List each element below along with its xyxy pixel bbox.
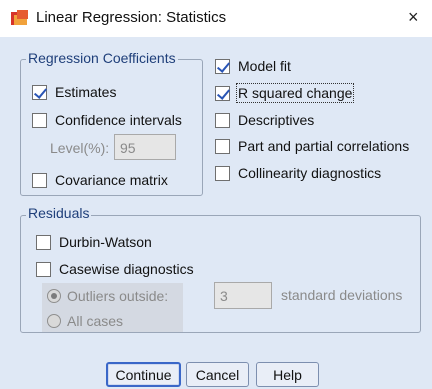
all-cases-radio-row[interactable]: All cases [47, 313, 123, 329]
outliers-outside-label: Outliers outside: [67, 288, 169, 304]
app-icon [11, 10, 28, 25]
model-fit-checkbox-row[interactable]: Model fit [215, 58, 291, 74]
standard-deviations-label: standard deviations [281, 287, 403, 303]
estimates-checkbox[interactable] [32, 84, 47, 100]
covariance-matrix-label: Covariance matrix [55, 172, 168, 188]
window-title: Linear Regression: Statistics [36, 9, 227, 26]
all-cases-radio[interactable] [47, 314, 61, 328]
descriptives-label: Descriptives [238, 112, 315, 128]
covariance-matrix-checkbox-row[interactable]: Covariance matrix [32, 172, 168, 188]
descriptives-checkbox-row[interactable]: Descriptives [215, 112, 314, 128]
part-partial-label: Part and partial correlations [238, 138, 410, 154]
durbin-watson-checkbox-row[interactable]: Durbin-Watson [36, 234, 152, 250]
durbin-watson-checkbox[interactable] [36, 234, 51, 250]
casewise-checkbox[interactable] [36, 261, 51, 277]
title-bar: Linear Regression: Statistics × [0, 0, 432, 37]
covariance-matrix-checkbox[interactable] [32, 172, 47, 188]
confidence-intervals-checkbox-row[interactable]: Confidence intervals [32, 112, 182, 128]
r-squared-change-checkbox-row[interactable]: R squared change [215, 83, 355, 103]
outliers-outside-radio[interactable] [47, 289, 61, 303]
continue-button[interactable]: Continue [106, 362, 181, 387]
outliers-outside-radio-row[interactable]: Outliers outside: [47, 288, 168, 304]
cancel-button[interactable]: Cancel [186, 362, 249, 387]
casewise-label: Casewise diagnostics [59, 261, 194, 277]
all-cases-label: All cases [67, 313, 124, 329]
casewise-checkbox-row[interactable]: Casewise diagnostics [36, 261, 194, 277]
r-squared-change-checkbox[interactable] [215, 85, 230, 101]
level-label: Level(%): [50, 140, 110, 156]
dialog-body: Regression Coefficients Estimates Confid… [0, 37, 432, 389]
model-fit-checkbox[interactable] [215, 58, 230, 74]
collinearity-checkbox[interactable] [215, 165, 230, 181]
part-partial-checkbox-row[interactable]: Part and partial correlations [215, 138, 409, 154]
r-squared-change-label: R squared change [235, 83, 355, 103]
level-input[interactable]: 95 [114, 134, 176, 160]
durbin-watson-label: Durbin-Watson [59, 234, 152, 250]
part-partial-checkbox[interactable] [215, 138, 230, 154]
collinearity-checkbox-row[interactable]: Collinearity diagnostics [215, 165, 381, 181]
confidence-intervals-label: Confidence intervals [55, 112, 182, 128]
collinearity-label: Collinearity diagnostics [238, 165, 382, 181]
confidence-intervals-checkbox[interactable] [32, 112, 47, 128]
regression-coefficients-legend: Regression Coefficients [26, 50, 178, 66]
descriptives-checkbox[interactable] [215, 112, 230, 128]
help-button[interactable]: Help [256, 362, 319, 387]
model-fit-label: Model fit [238, 58, 291, 74]
estimates-checkbox-row[interactable]: Estimates [32, 84, 116, 100]
outliers-value-input[interactable]: 3 [214, 282, 272, 309]
estimates-label: Estimates [55, 84, 117, 100]
close-icon[interactable]: × [408, 7, 419, 28]
residuals-legend: Residuals [26, 205, 92, 221]
